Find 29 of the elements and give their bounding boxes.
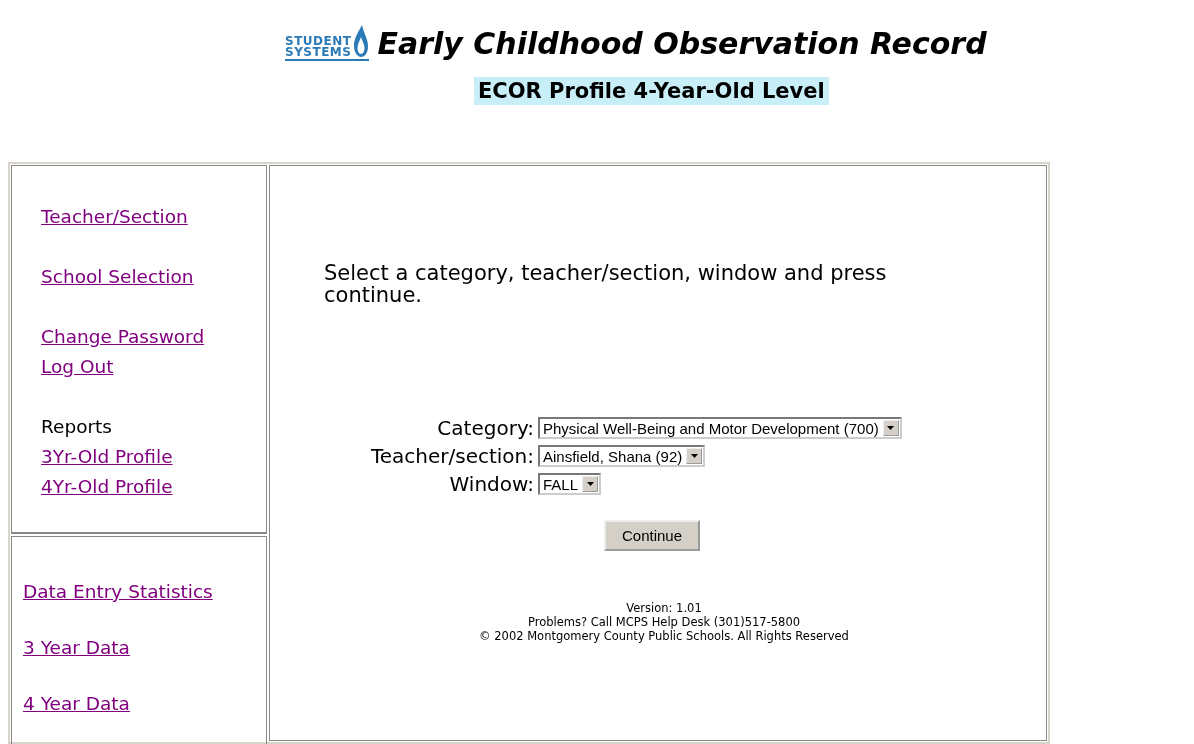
dropdown[interactable]: Ainsfield, Shana (92): [538, 445, 706, 467]
nav-link[interactable]: 3 Year Data: [23, 637, 130, 658]
dropdown[interactable]: Physical Well-Being and Motor Development (700): [538, 417, 902, 439]
dropdown-arrow-icon: [690, 454, 698, 458]
nav-link[interactable]: 3Yr-Old Profile: [41, 446, 173, 467]
footer-text: Version: 1.01: [625, 601, 703, 615]
logo-text: SYSTEMS: [285, 47, 352, 58]
nav-link[interactable]: 4 Year Data: [23, 693, 130, 714]
flame-icon: [353, 24, 370, 58]
footer-text: Problems? Call MCPS Help Desk (301)517-5800: [526, 615, 802, 629]
field-label: Teacher/section:: [369, 444, 534, 468]
nav-link[interactable]: Change Password: [41, 326, 205, 347]
footer-text: © 2002 Montgomery County Public Schools. All Rights Reserved: [478, 629, 850, 643]
logo-text: STUDENT: [285, 36, 352, 47]
page-title: Early Childhood Observation Record: [377, 25, 987, 63]
dropdown[interactable]: FALL: [538, 473, 602, 495]
field-label: Window:: [448, 472, 534, 496]
page-subtitle: ECOR Profile 4-Year-Old Level: [474, 77, 829, 105]
field-label: Category:: [436, 416, 534, 440]
nav-link[interactable]: Log Out: [41, 356, 114, 377]
nav-link[interactable]: School Selection: [41, 266, 194, 287]
section-label: Reports: [41, 416, 112, 437]
nav-link[interactable]: Teacher/Section: [41, 206, 188, 227]
nav-link[interactable]: 4Yr-Old Profile: [41, 476, 173, 497]
continue-button[interactable]: Continue: [604, 520, 701, 551]
nav-link[interactable]: Data Entry Statistics: [23, 581, 213, 602]
dropdown-arrow-icon: [586, 482, 594, 486]
instruction-text: Select a category, teacher/section, window and press continue.: [324, 262, 888, 306]
dropdown-arrow-icon: [887, 426, 895, 430]
